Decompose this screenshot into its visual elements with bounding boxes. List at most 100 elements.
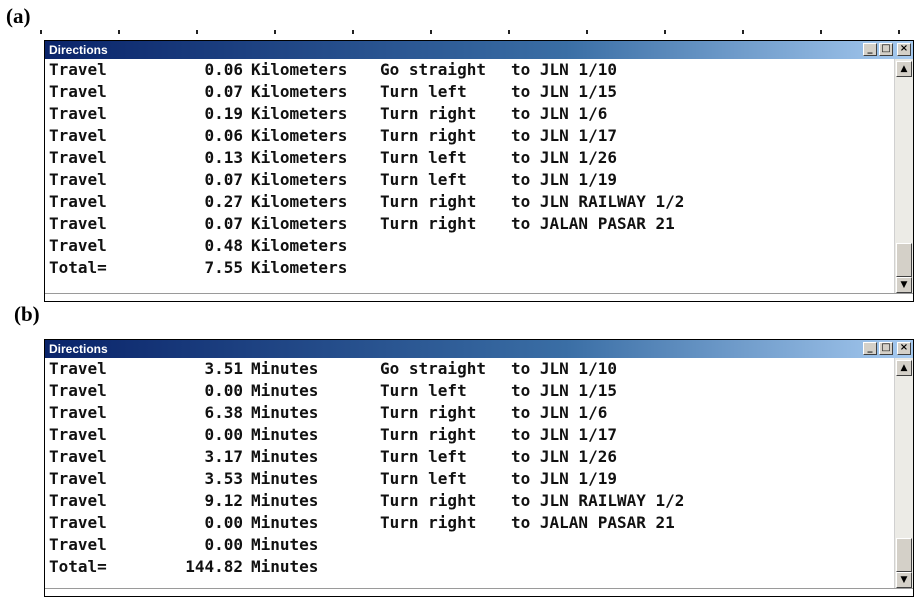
row-action: Travel	[49, 359, 107, 378]
row-destination: to JALAN PASAR 21	[511, 214, 675, 233]
row-unit: Minutes	[251, 535, 319, 554]
row-action: Travel	[49, 148, 107, 167]
row-turn: Turn left	[380, 381, 467, 400]
row-turn: Go straight	[380, 359, 486, 378]
row-value: 0.06	[204, 60, 243, 79]
row-destination: to JALAN PASAR 21	[511, 513, 675, 532]
row-action: Travel	[49, 381, 107, 400]
row-turn: Turn right	[380, 104, 477, 123]
close-button[interactable]: ×	[897, 342, 911, 355]
row-action: Travel	[49, 60, 107, 79]
row-destination: to JLN 1/15	[511, 381, 617, 400]
row-turn: Turn right	[380, 126, 477, 145]
row-unit: Minutes	[251, 447, 319, 466]
row-unit: Minutes	[251, 469, 319, 488]
directions-window-time: Directions _ □ × Travel 3.51 Minutes Go …	[44, 339, 914, 597]
row-unit: Kilometers	[251, 104, 348, 123]
row-value: 0.13	[204, 148, 243, 167]
row-unit: Kilometers	[251, 192, 348, 211]
list-item: Travel 0.00 Minutes Turn right to JLN 1/…	[49, 424, 617, 446]
row-value: 0.06	[204, 126, 243, 145]
row-value: 144.82	[185, 557, 243, 576]
scroll-thumb[interactable]	[896, 243, 912, 277]
window-bottom-edge	[45, 588, 913, 596]
row-value: 0.48	[204, 236, 243, 255]
scroll-down-button[interactable]: ▼	[896, 277, 912, 293]
row-action: Total=	[49, 557, 107, 576]
row-destination: to JLN RAILWAY 1/2	[511, 491, 685, 510]
list-item: Travel 0.19 Kilometers Turn right to JLN…	[49, 103, 607, 125]
row-action: Travel	[49, 535, 107, 554]
row-value: 0.19	[204, 104, 243, 123]
vertical-scrollbar[interactable]: ▲ ▼	[894, 358, 913, 589]
row-unit: Minutes	[251, 425, 319, 444]
window-title: Directions	[49, 342, 108, 356]
row-destination: to JLN 1/6	[511, 104, 608, 123]
row-action: Travel	[49, 447, 107, 466]
row-value: 3.51	[204, 359, 243, 378]
row-value: 9.12	[204, 491, 243, 510]
list-item: Travel 0.07 Kilometers Turn left to JLN …	[49, 81, 617, 103]
panel-label-a: (a)	[6, 4, 31, 28]
row-turn: Turn right	[380, 192, 477, 211]
close-button[interactable]: ×	[897, 43, 911, 56]
minimize-icon: _	[867, 342, 873, 353]
row-action: Travel	[49, 403, 107, 422]
row-value: 0.07	[204, 214, 243, 233]
scroll-thumb[interactable]	[896, 538, 912, 572]
row-turn: Turn left	[380, 469, 467, 488]
list-item: Travel 0.07 Kilometers Turn left to JLN …	[49, 169, 617, 191]
maximize-button[interactable]: □	[879, 342, 893, 355]
minimize-button[interactable]: _	[863, 43, 877, 56]
list-item: Travel 9.12 Minutes Turn right to JLN RA…	[49, 490, 684, 512]
close-icon: ×	[899, 342, 909, 353]
row-action: Travel	[49, 192, 107, 211]
scroll-up-button[interactable]: ▲	[896, 61, 912, 77]
arrow-down-icon: ▼	[900, 575, 908, 585]
row-destination: to JLN 1/26	[511, 148, 617, 167]
row-destination: to JLN 1/26	[511, 447, 617, 466]
row-unit: Minutes	[251, 557, 319, 576]
list-item: Travel 0.00 Minutes	[49, 534, 318, 556]
row-turn: Turn left	[380, 447, 467, 466]
row-turn: Turn right	[380, 214, 477, 233]
row-value: 0.00	[204, 381, 243, 400]
scroll-up-button[interactable]: ▲	[896, 360, 912, 376]
directions-window-distance: Directions _ □ × Travel 0.06 Kilometers …	[44, 40, 914, 302]
row-value: 7.55	[204, 258, 243, 277]
row-action: Total=	[49, 258, 107, 277]
minimize-button[interactable]: _	[863, 342, 877, 355]
vertical-scrollbar[interactable]: ▲ ▼	[894, 59, 913, 294]
panel-label-b: (b)	[14, 302, 40, 326]
row-value: 0.00	[204, 513, 243, 532]
row-turn: Turn left	[380, 82, 467, 101]
row-unit: Kilometers	[251, 170, 348, 189]
row-destination: to JLN RAILWAY 1/2	[511, 192, 685, 211]
list-item: Travel 6.38 Minutes Turn right to JLN 1/…	[49, 402, 607, 424]
row-destination: to JLN 1/17	[511, 425, 617, 444]
row-unit: Kilometers	[251, 60, 348, 79]
list-item: Travel 0.27 Kilometers Turn right to JLN…	[49, 191, 684, 213]
row-unit: Kilometers	[251, 126, 348, 145]
ruler-dashes	[40, 30, 910, 34]
row-value: 3.17	[204, 447, 243, 466]
row-action: Travel	[49, 236, 107, 255]
window-titlebar[interactable]: Directions _ □ ×	[45, 41, 913, 59]
row-value: 0.00	[204, 535, 243, 554]
row-turn: Turn left	[380, 170, 467, 189]
window-title: Directions	[49, 43, 108, 57]
arrow-up-icon: ▲	[900, 363, 908, 373]
row-action: Travel	[49, 126, 107, 145]
row-unit: Kilometers	[251, 258, 348, 277]
scroll-down-button[interactable]: ▼	[896, 572, 912, 588]
total-row: Total= 7.55 Kilometers	[49, 257, 347, 279]
list-item: Travel 0.06 Kilometers Go straight to JL…	[49, 59, 617, 81]
row-unit: Minutes	[251, 403, 319, 422]
window-titlebar[interactable]: Directions _ □ ×	[45, 340, 913, 358]
row-unit: Kilometers	[251, 236, 348, 255]
row-action: Travel	[49, 214, 107, 233]
row-turn: Turn right	[380, 403, 477, 422]
maximize-button[interactable]: □	[879, 43, 893, 56]
row-unit: Minutes	[251, 513, 319, 532]
list-item: Travel 0.13 Kilometers Turn left to JLN …	[49, 147, 617, 169]
